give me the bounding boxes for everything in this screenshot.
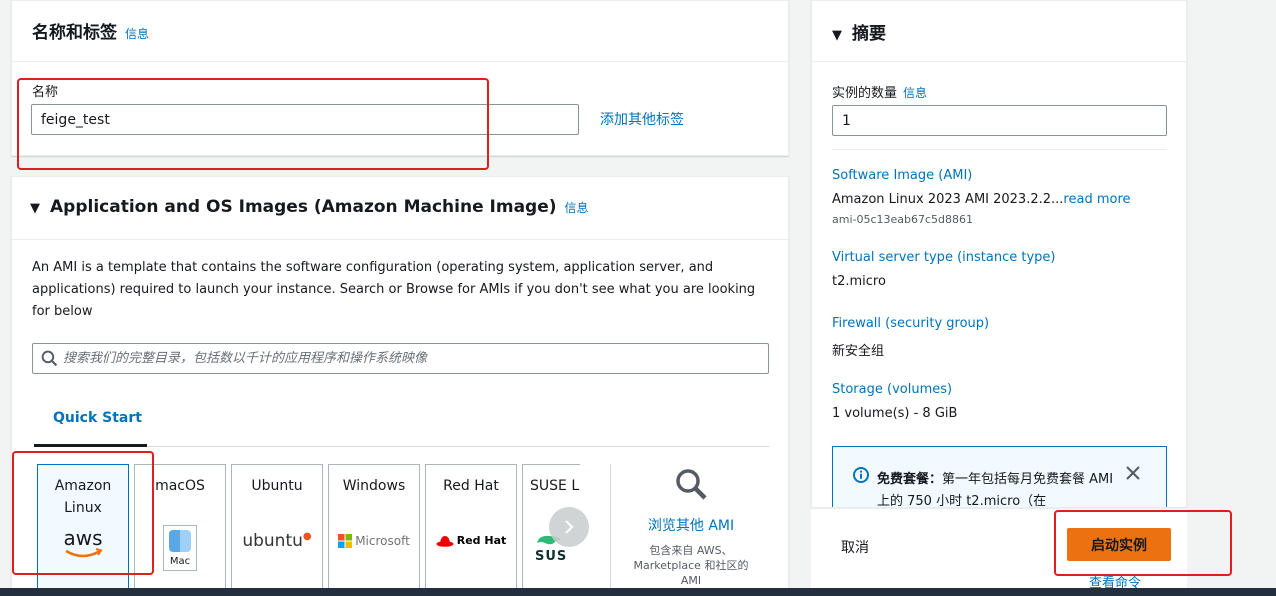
microsoft-logo-icon: Microsoft — [329, 534, 419, 548]
software-image-value: Amazon Linux 2023 AMI 2023.2.2...read mo… — [832, 192, 1131, 207]
instance-type-value: t2.micro — [832, 274, 886, 289]
os-card-label: Red Hat — [443, 478, 499, 494]
divider — [12, 61, 788, 62]
carousel-next-button[interactable] — [549, 507, 589, 547]
browse-more-amis[interactable]: 浏览其他 AMI 包含来自 AWS、Marketplace 和社区的 AMI — [622, 467, 760, 588]
add-tags-link[interactable]: 添加其他标签 — [600, 109, 684, 129]
ubuntu-logo-text: ubuntu — [242, 531, 303, 551]
os-card-red-hat[interactable]: Red Hat Red Hat — [425, 464, 517, 596]
name-tags-title: 名称和标签 信息 — [32, 18, 149, 43]
ubuntu-logo-icon: ubuntu● — [242, 531, 312, 551]
microsoft-logo-text: Microsoft — [355, 534, 410, 548]
name-tags-heading: 名称和标签 — [32, 23, 117, 43]
cancel-button[interactable]: 取消 — [841, 537, 869, 557]
os-card-amazon-linux[interactable]: Amazon Linux aws — [37, 464, 129, 596]
redhat-logo-text: Red Hat — [456, 534, 507, 547]
software-image-text: Amazon Linux 2023 AMI 2023.2.2... — [832, 192, 1064, 207]
redhat-logo-icon: Red Hat — [426, 534, 516, 547]
read-more-link[interactable]: read more — [1063, 192, 1130, 207]
name-tags-info-link[interactable]: 信息 — [125, 27, 149, 41]
name-tags-panel: 名称和标签信息 名称 添加其他标签 — [11, 0, 789, 156]
collapse-triangle-icon[interactable]: ▼ — [832, 28, 842, 43]
name-label: 名称 — [32, 85, 59, 100]
os-card-label: SUSE Li — [530, 478, 580, 494]
summary-panel: ▼ 摘要 实例的数量信息 Software Image (AMI) Amazon … — [811, 0, 1187, 508]
mac-finder-icon: Mac — [163, 525, 197, 571]
summary-title: 摘要 — [852, 24, 886, 44]
storage-value: 1 volume(s) - 8 GiB — [832, 406, 958, 421]
free-tier-alert: 免费套餐：第一年包括每月免费套餐 AMI 上的 750 小时 t2.micro（… — [832, 446, 1167, 507]
browse-more-desc: 包含来自 AWS、Marketplace 和社区的 AMI — [633, 544, 749, 587]
action-bar: 取消 启动实例 查看命令 — [811, 508, 1187, 596]
suse-logo-text: SUS — [535, 549, 568, 564]
firewall-value: 新安全组 — [832, 344, 885, 359]
divider — [610, 464, 611, 596]
firewall-link[interactable]: Firewall (security group) — [832, 316, 989, 331]
instance-count-info-link[interactable]: 信息 — [903, 86, 927, 100]
os-card-label: Ubuntu — [251, 478, 303, 494]
os-cards-carousel: Amazon Linux aws macOS Mac Ubuntu ubuntu… — [37, 177, 580, 596]
os-card-label: macOS — [155, 478, 205, 494]
info-circle-icon — [853, 467, 869, 483]
bottom-bar — [0, 588, 1276, 596]
redhat-hat-icon — [436, 535, 454, 547]
browse-more-link[interactable]: 浏览其他 AMI — [622, 515, 760, 535]
os-card-windows[interactable]: Windows Microsoft — [328, 464, 420, 596]
instance-count-input[interactable] — [832, 105, 1167, 136]
microsoft-squares-icon — [338, 534, 353, 548]
divider — [832, 149, 1167, 150]
divider — [812, 61, 1186, 62]
name-input[interactable] — [31, 104, 579, 135]
ami-id: ami-05c13eab67c5d8861 — [832, 213, 974, 226]
storage-link[interactable]: Storage (volumes) — [832, 382, 952, 397]
instance-type-link[interactable]: Virtual server type (instance type) — [832, 250, 1055, 265]
os-card-macos[interactable]: macOS Mac — [134, 464, 226, 596]
software-image-link[interactable]: Software Image (AMI) — [832, 168, 972, 183]
ami-panel: ▼ Application and OS Images (Amazon Machi… — [11, 176, 789, 596]
chevron-right-icon — [565, 520, 574, 534]
summary-header[interactable]: ▼ 摘要 — [832, 19, 886, 44]
free-tier-text: 免费套餐：第一年包括每月免费套餐 AMI 上的 750 小时 t2.micro（… — [877, 469, 1117, 507]
aws-logo-icon: aws — [63, 526, 103, 558]
close-icon[interactable] — [1125, 465, 1141, 481]
free-tier-bold: 免费套餐： — [877, 472, 943, 487]
os-card-ubuntu[interactable]: Ubuntu ubuntu● — [231, 464, 323, 596]
aws-logo-text: aws — [63, 526, 102, 550]
os-card-label: Amazon Linux — [54, 478, 112, 516]
instance-count-label: 实例的数量 信息 — [832, 82, 927, 101]
instance-count-label-text: 实例的数量 — [832, 86, 898, 101]
magnifier-icon — [676, 469, 707, 500]
mac-logo-text: Mac — [169, 556, 191, 567]
launch-instance-button[interactable]: 启动实例 — [1067, 528, 1171, 561]
os-card-label: Windows — [342, 478, 406, 494]
